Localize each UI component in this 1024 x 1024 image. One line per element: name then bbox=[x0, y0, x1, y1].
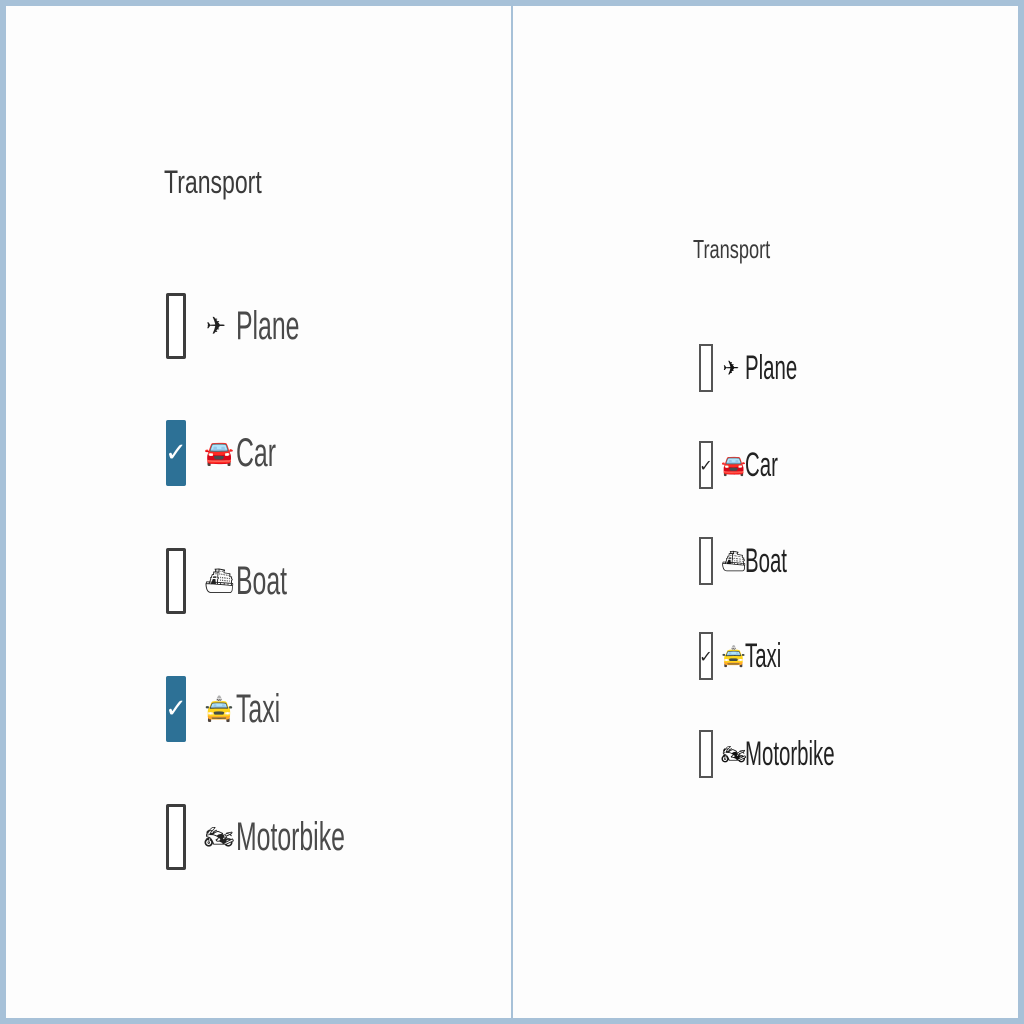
plane-icon: ✈ bbox=[722, 356, 740, 380]
motorbike-checkbox[interactable] bbox=[166, 804, 186, 870]
transport-legend: Transport bbox=[164, 164, 262, 200]
car-checkbox[interactable]: ✓ bbox=[699, 441, 713, 489]
boat-label: Boat bbox=[745, 541, 787, 580]
boat-icon: ⛴ bbox=[721, 549, 747, 573]
right-panel: Transport ✈ Plane ✓ 🚘 Car ⛴ Boat ✓ 🚖 Tax… bbox=[513, 6, 1018, 1018]
window-frame: Transport ✈ Plane ✓ 🚘 Car ⛴ Boat ✓ 🚖 Tax… bbox=[0, 0, 1024, 1024]
option-car[interactable]: ✓ 🚘 Car bbox=[165, 418, 300, 488]
taxi-label: Taxi bbox=[745, 636, 782, 675]
option-motorbike[interactable]: 🏍 Motorbike bbox=[699, 726, 894, 782]
transport-legend: Transport bbox=[693, 234, 771, 264]
option-boat[interactable]: ⛴ Boat bbox=[166, 546, 318, 616]
plane-checkbox[interactable] bbox=[699, 344, 713, 392]
car-label: Car bbox=[745, 445, 778, 484]
taxi-checkbox[interactable]: ✓ bbox=[699, 632, 713, 680]
left-panel: Transport ✈ Plane ✓ 🚘 Car ⛴ Boat ✓ 🚖 Tax… bbox=[6, 6, 511, 1018]
boat-icon: ⛴ bbox=[204, 567, 235, 595]
motorbike-icon: 🏍 bbox=[721, 742, 747, 766]
taxi-label: Taxi bbox=[236, 686, 281, 731]
option-plane[interactable]: ✈ Plane bbox=[166, 291, 338, 361]
boat-label: Boat bbox=[236, 558, 288, 603]
option-car[interactable]: ✓ 🚘 Car bbox=[699, 437, 800, 493]
car-icon: 🚘 bbox=[204, 439, 234, 467]
car-checkbox[interactable]: ✓ bbox=[165, 420, 187, 486]
plane-icon: ✈ bbox=[205, 312, 227, 340]
motorbike-label: Motorbike bbox=[236, 814, 345, 859]
motorbike-label: Motorbike bbox=[745, 734, 835, 773]
boat-checkbox[interactable] bbox=[166, 548, 186, 614]
option-taxi[interactable]: ✓ 🚖 Taxi bbox=[165, 674, 307, 744]
plane-checkbox[interactable] bbox=[166, 293, 186, 359]
taxi-icon: 🚖 bbox=[721, 644, 746, 668]
checkmark-icon: ✓ bbox=[699, 455, 713, 475]
checkmark-icon: ✓ bbox=[165, 438, 187, 468]
plane-label: Plane bbox=[236, 303, 300, 348]
car-label: Car bbox=[236, 430, 276, 475]
plane-label: Plane bbox=[745, 348, 798, 387]
taxi-icon: 🚖 bbox=[204, 695, 234, 723]
checkmark-icon: ✓ bbox=[165, 694, 187, 724]
motorbike-checkbox[interactable] bbox=[699, 730, 713, 778]
option-boat[interactable]: ⛴ Boat bbox=[699, 533, 815, 589]
car-icon: 🚘 bbox=[721, 453, 746, 477]
motorbike-icon: 🏍 bbox=[204, 823, 235, 851]
option-plane[interactable]: ✈ Plane bbox=[699, 340, 832, 396]
taxi-checkbox[interactable]: ✓ bbox=[165, 676, 187, 742]
option-taxi[interactable]: ✓ 🚖 Taxi bbox=[699, 628, 805, 684]
checkmark-icon: ✓ bbox=[699, 646, 713, 666]
option-motorbike[interactable]: 🏍 Motorbike bbox=[166, 802, 412, 872]
boat-checkbox[interactable] bbox=[699, 537, 713, 585]
